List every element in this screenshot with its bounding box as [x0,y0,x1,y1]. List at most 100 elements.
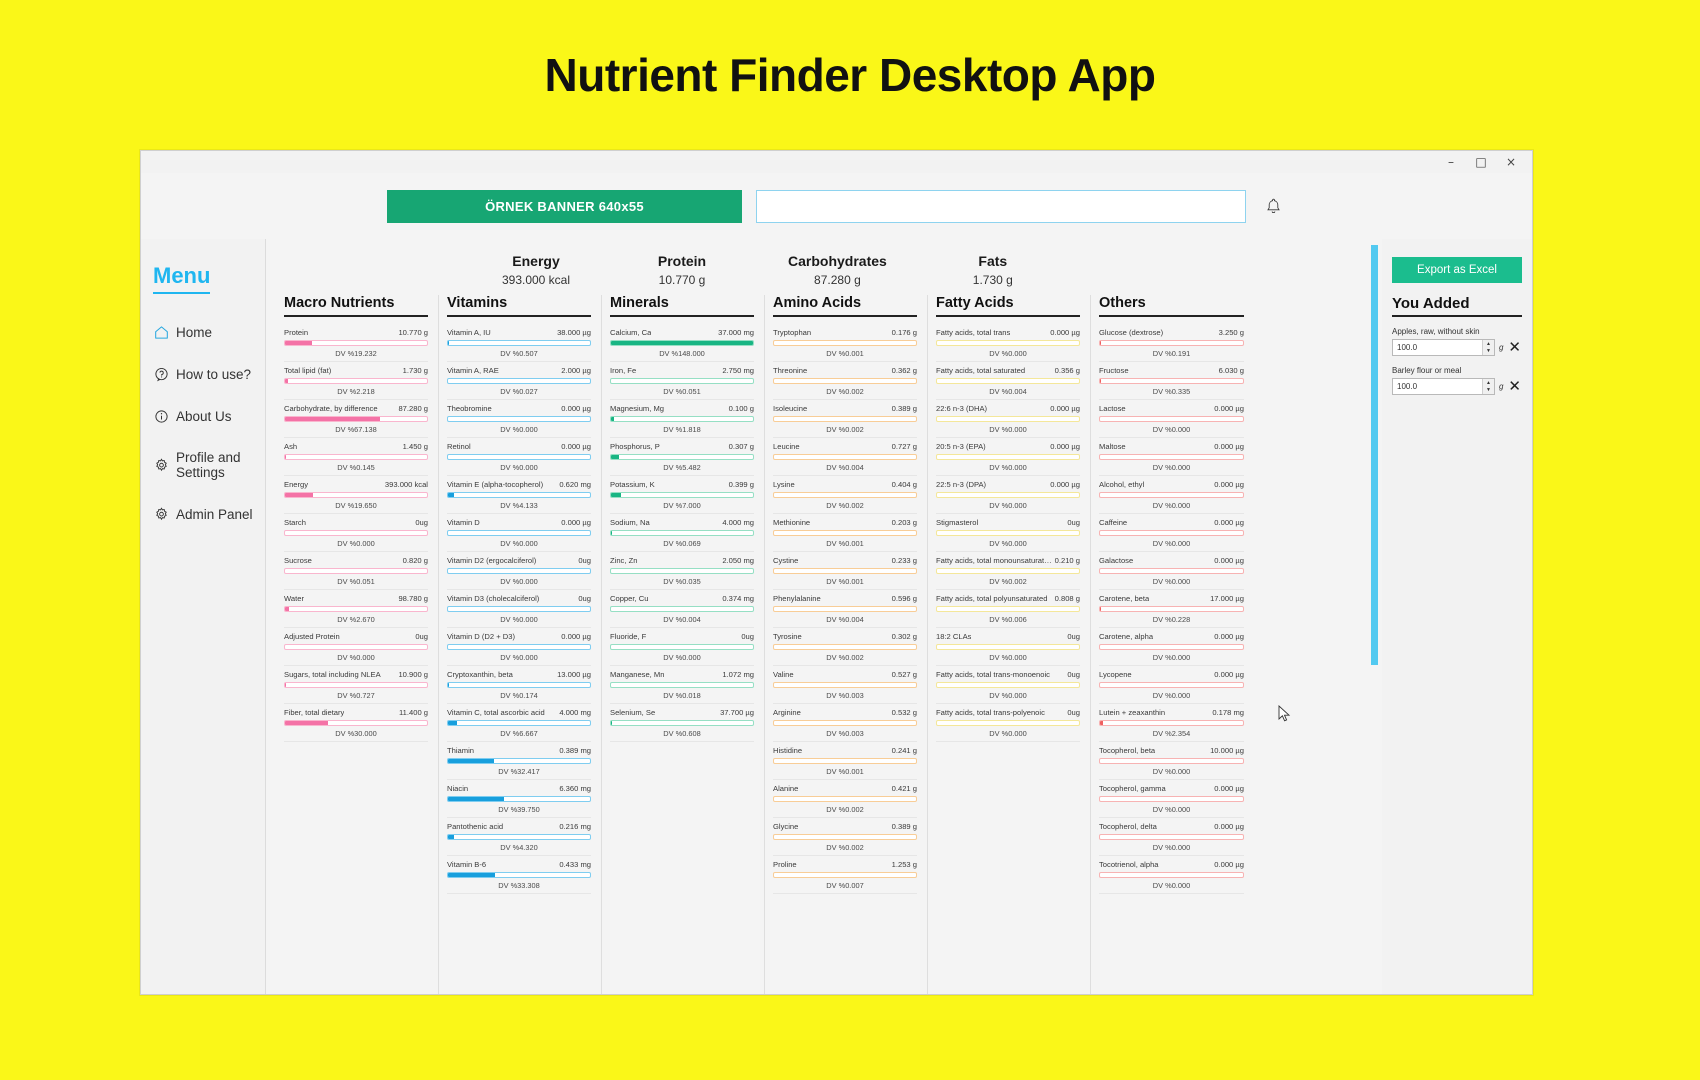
nutrient-row: Fatty acids, total trans 0.000 µg DV %0.00… [936,324,1080,362]
nutrient-progress-bar [447,340,591,346]
daily-value-text: DV %0.002 [826,653,864,662]
search-input[interactable] [756,189,1246,223]
nutrient-row: Galactose 0.000 µg DV %0.000 [1099,552,1244,590]
daily-value-text: DV %0.003 [826,691,864,700]
nutrient-progress-bar [773,492,917,498]
quantity-value[interactable]: 100.0 [1393,379,1482,394]
nutrient-progress-bar [447,454,591,460]
nutrient-value: 2.750 mg [722,366,754,375]
nutrient-row: Adjusted Protein 0ug DV %0.000 [284,628,428,666]
nutrient-progress-bar [284,568,428,574]
quantity-stepper[interactable]: 100.0 ▲ ▼ [1392,339,1495,356]
close-icon[interactable]: × [1496,152,1526,172]
nutrient-name: Vitamin D2 (ergocalciferol) [447,556,537,565]
nutrient-name: Tocopherol, gamma [1099,784,1166,793]
daily-value-text: DV %0.000 [1152,539,1191,548]
bell-icon[interactable] [1260,192,1286,220]
export-as-excel-button[interactable]: Export as Excel [1392,257,1522,283]
nutrient-row: Proline 1.253 g DV %0.007 [773,856,917,894]
nutrient-name: Sodium, Na [610,518,650,527]
nutrient-value: 0.000 µg [1214,442,1244,451]
nutrient-progress-bar [284,492,428,498]
nutrient-row: Glycine 0.389 g DV %0.002 [773,818,917,856]
sidebar-item-label: Home [176,324,213,340]
nutrient-value: 0.000 µg [1214,404,1244,413]
nutrient-value: 0.404 g [891,480,917,489]
daily-value-text: DV %0.004 [826,463,864,472]
summary-bar: Energy 393.000 kcal Protein 10.770 g Car… [266,239,1368,295]
nutrient-value: 2.050 mg [722,556,754,565]
stepper-buttons[interactable]: ▲ ▼ [1481,340,1494,356]
vertical-scrollbar[interactable] [1368,239,1382,994]
remove-item-icon[interactable]: ✕ [1507,340,1522,355]
nutrient-value: 393.000 kcal [384,480,428,489]
maximize-icon[interactable]: □ [1466,152,1496,172]
stepper-up-icon[interactable]: ▲ [1483,379,1494,387]
nutrient-progress-bar [610,682,754,688]
banner-ad[interactable]: ÖRNEK BANNER 640x55 [387,189,742,223]
daily-value-text: DV %39.750 [498,805,540,814]
stepper-down-icon[interactable]: ▼ [1483,348,1494,356]
nutrient-name: Phosphorus, P [610,442,660,451]
nutrient-name: Protein [284,328,309,337]
nutrient-progress-bar [1099,416,1244,422]
nutrient-row: 20:5 n-3 (EPA) 0.000 µg DV %0.000 [936,438,1080,476]
stepper-buttons[interactable]: ▲ ▼ [1481,379,1494,395]
stepper-down-icon[interactable]: ▼ [1483,387,1494,395]
nutrient-row: Arginine 0.532 g DV %0.003 [773,704,917,742]
nutrient-progress-bar [447,606,591,612]
nutrient-row: Protein 10.770 g DV %19.232 [284,324,428,362]
sidebar-item-profile-and-settings[interactable]: Profile and Settings [149,442,265,488]
nutrient-value: 0.527 g [891,670,917,679]
nutrient-name: Glucose (dextrose) [1099,328,1164,337]
remove-item-icon[interactable]: ✕ [1507,379,1522,394]
minimize-icon[interactable]: – [1436,152,1466,172]
nutrient-progress-bar [447,720,591,726]
quantity-stepper[interactable]: 100.0 ▲ ▼ [1392,378,1495,395]
nutrient-progress-bar [610,568,754,574]
daily-value-text: DV %0.001 [826,349,864,358]
nutrient-value: 0ug [578,594,591,603]
nutrient-value: 0.362 g [891,366,917,375]
nutrient-value: 6.360 mg [559,784,591,793]
nutrient-name: Caffeine [1099,518,1128,527]
nutrient-name: 20:5 n-3 (EPA) [936,442,986,451]
nutrient-name: Tocopherol, beta [1099,746,1156,755]
nutrient-progress-bar [284,416,428,422]
progress-fill [285,341,313,345]
sidebar-item-how-to-use[interactable]: How to use? [149,358,265,390]
nutrient-row: Total lipid (fat) 1.730 g DV %2.218 [284,362,428,400]
nutrient-progress-bar [284,530,428,536]
nutrient-row: Vitamin A, IU 38.000 µg DV %0.507 [447,324,591,362]
daily-value-text: DV %2.670 [337,615,375,624]
nutrient-name: Histidine [773,746,803,755]
nutrient-value: 0.241 g [891,746,917,755]
nutrient-column: Macro Nutrients Protein 10.770 g DV %19.232… [276,295,439,994]
nutrient-name: Carbohydrate, by difference [284,404,378,413]
nutrient-name: Retinol [447,442,471,451]
nutrient-value: 0.389 g [891,404,917,413]
nutrient-column: Others Glucose (dextrose) 3.250 g DV %0.191… [1091,295,1254,994]
daily-value-text: DV %0.000 [663,653,701,662]
progress-fill [448,721,458,725]
sidebar-item-admin-panel[interactable]: Admin Panel [149,498,265,530]
sidebar-item-home[interactable]: Home [149,316,265,348]
nutrient-progress-bar [936,720,1080,726]
nutrient-progress-bar [447,492,591,498]
sidebar-item-about-us[interactable]: About Us [149,400,265,432]
progress-fill [448,341,449,345]
nutrient-progress-bar [610,378,754,384]
gear-icon [153,457,169,473]
nutrient-value: 0.596 g [891,594,917,603]
stepper-up-icon[interactable]: ▲ [1483,340,1494,348]
nutrient-name: Vitamin B-6 [447,860,487,869]
progress-fill [448,493,454,497]
summary-protein: Protein 10.770 g [642,253,722,287]
quantity-value[interactable]: 100.0 [1393,340,1482,355]
nutrient-name: Niacin [447,784,469,793]
scrollbar-thumb[interactable] [1371,245,1378,665]
nutrient-progress-bar [773,644,917,650]
daily-value-text: DV %0.000 [989,349,1027,358]
nutrient-value: 6.030 g [1218,366,1244,375]
daily-value-text: DV %0.000 [1152,463,1191,472]
